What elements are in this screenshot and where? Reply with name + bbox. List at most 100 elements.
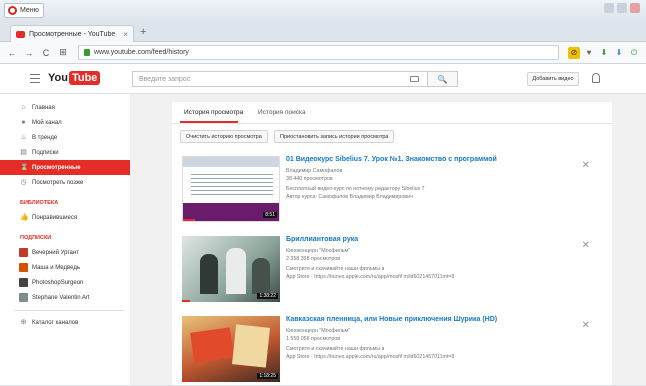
- watch-progress-bar: [183, 219, 195, 221]
- history-tabs: История просмотра История поиска: [172, 102, 612, 124]
- address-url: www.youtube.com/feed/history: [94, 49, 189, 56]
- sidebar-item-trending[interactable]: ♨ В тренде: [0, 130, 130, 145]
- sidebar-item-label: Мой канал: [32, 119, 62, 126]
- opera-menu-button[interactable]: Меню: [4, 3, 44, 18]
- sidebar-item-label: Маша и Медведь: [32, 264, 80, 271]
- sidebar-item-subscription[interactable]: Вечерний Ургант: [0, 245, 130, 260]
- history-hourglass-icon: ⌛: [20, 164, 29, 171]
- youtube-page: You Tube Введите запрос 🔍 Добавить видео…: [0, 64, 646, 385]
- minimize-icon[interactable]: [604, 3, 614, 13]
- keyboard-icon[interactable]: [410, 76, 419, 82]
- tab-search-history[interactable]: История поиска: [258, 109, 306, 116]
- new-tab-icon[interactable]: +: [140, 26, 146, 38]
- thumbs-up-icon: 👍: [20, 214, 29, 221]
- remove-from-history-icon[interactable]: ✕: [582, 240, 590, 251]
- search-icon: 🔍: [437, 74, 448, 84]
- active-tab-underline: [180, 121, 238, 123]
- logo-tube: Tube: [68, 71, 101, 85]
- channel-avatar: [19, 278, 28, 287]
- reload-icon[interactable]: C: [40, 48, 52, 58]
- channel-icon: ●: [21, 119, 26, 126]
- opera-menu-label: Меню: [20, 7, 39, 14]
- video-views: 1 558 056 просмотров: [286, 336, 341, 342]
- subscriptions-icon: ▤: [20, 149, 27, 156]
- sidebar-item-channel-catalog[interactable]: ⊕ Каталог каналов: [0, 315, 130, 330]
- sidebar-item-subscription[interactable]: PhotoshopSurgeon: [0, 275, 130, 290]
- logo-you: You: [48, 72, 68, 84]
- downloads-icon[interactable]: ⬇: [613, 47, 625, 59]
- secure-lock-icon: [84, 49, 90, 56]
- opera-logo-icon: [8, 6, 17, 15]
- sidebar-item-label: Главная: [32, 104, 55, 111]
- pause-history-button[interactable]: Приостановить запись истории просмотра: [274, 130, 395, 143]
- video-item[interactable]: 1:18:25 Кавказская пленница, или Новые п…: [182, 316, 602, 386]
- sidebar-item-history[interactable]: ⌛ Просмотренные: [0, 160, 130, 175]
- forward-icon[interactable]: →: [23, 48, 35, 58]
- download-extension-icon[interactable]: ⬇: [598, 47, 610, 59]
- guide-sidebar: ⌂ Главная ● Мой канал ♨ В тренде ▤ Подписки …: [0, 94, 130, 385]
- speed-dial-icon[interactable]: ⊞: [57, 47, 69, 58]
- video-item[interactable]: 8:51 01 Видеокурс Sibelius 7. Урок №1. З…: [182, 156, 602, 226]
- sidebar-item-label: PhotoshopSurgeon: [32, 279, 84, 286]
- back-icon[interactable]: ←: [6, 48, 18, 58]
- video-description-line: Смотрите и скачивайте наши фильмы в: [286, 346, 385, 352]
- maximize-icon[interactable]: [617, 3, 627, 13]
- video-thumbnail[interactable]: 1:38:22: [182, 236, 280, 302]
- trending-flame-icon: ♨: [20, 134, 27, 141]
- video-description-line: App Store - https://itunes.apple.com/ru/…: [286, 274, 455, 280]
- home-icon: ⌂: [21, 104, 26, 111]
- sidebar-item-watch-later[interactable]: ◷ Посмотреть позже: [0, 175, 130, 190]
- sidebar-item-subscriptions[interactable]: ▤ Подписки: [0, 145, 130, 160]
- clear-history-button[interactable]: Очистить историю просмотра: [180, 130, 268, 143]
- video-title[interactable]: Кавказская пленница, или Новые приключен…: [286, 316, 497, 323]
- video-views: 38 440 просмотров: [286, 176, 333, 182]
- video-item[interactable]: 1:38:22 Бриллиантовая рука Киноконцерн "…: [182, 236, 602, 306]
- channel-avatar: [19, 263, 28, 272]
- video-title[interactable]: 01 Видеокурс Sibelius 7. Урок №1. Знаком…: [286, 156, 497, 163]
- sidebar-item-my-channel[interactable]: ● Мой канал: [0, 115, 130, 130]
- watch-progress-bar: [182, 380, 188, 382]
- sidebar-item-label: В тренде: [32, 134, 58, 141]
- video-description-line: Смотрите и скачивайте наши фильмы в: [286, 266, 385, 272]
- upload-video-button[interactable]: Добавить видео: [527, 72, 579, 86]
- video-views: 2 358 398 просмотров: [286, 256, 341, 262]
- sidebar-item-home[interactable]: ⌂ Главная: [0, 100, 130, 115]
- sidebar-item-label: Вечерний Ургант: [32, 249, 79, 256]
- video-thumbnail[interactable]: 1:18:25: [182, 316, 280, 382]
- warning-extension-icon[interactable]: ⊘: [568, 46, 580, 59]
- add-circle-icon: ⊕: [20, 319, 27, 326]
- sidebar-item-liked[interactable]: 👍 Понравившиеся: [0, 210, 130, 225]
- heart-icon[interactable]: ♥: [583, 47, 595, 59]
- close-window-icon[interactable]: [630, 3, 640, 13]
- sidebar-item-subscription[interactable]: Stephane Valentin Art: [0, 290, 130, 305]
- notifications-bell-icon[interactable]: [592, 73, 600, 83]
- hamburger-menu-icon[interactable]: [30, 74, 40, 83]
- channel-avatar: [19, 248, 28, 257]
- browser-tab[interactable]: Просмотренные - YouTube ×: [10, 25, 134, 42]
- video-channel[interactable]: Киноконцерн "Мосфильм": [286, 328, 350, 334]
- video-duration: 1:18:25: [257, 373, 278, 379]
- sidebar-item-label: Просмотренные: [32, 164, 81, 171]
- power-icon[interactable]: ⏻: [628, 47, 640, 59]
- video-description-line: App Store - https://itunes.apple.com/ru/…: [286, 354, 455, 360]
- watch-progress-bar: [182, 300, 190, 302]
- video-channel[interactable]: Киноконцерн "Мосфильм": [286, 248, 350, 254]
- video-thumbnail[interactable]: 8:51: [182, 156, 280, 222]
- subscriptions-heading: ПОДПИСКИ: [20, 235, 52, 241]
- tab-close-icon[interactable]: ×: [123, 30, 128, 39]
- sidebar-divider: [14, 310, 124, 311]
- youtube-favicon-icon: [16, 30, 25, 38]
- search-button[interactable]: 🔍: [428, 71, 458, 87]
- youtube-logo[interactable]: You Tube: [48, 71, 101, 85]
- address-bar[interactable]: www.youtube.com/feed/history: [78, 45, 559, 60]
- remove-from-history-icon[interactable]: ✕: [582, 160, 590, 171]
- tab-watch-history[interactable]: История просмотра: [184, 109, 243, 116]
- video-channel[interactable]: Владимир Самофалов: [286, 168, 342, 174]
- video-title[interactable]: Бриллиантовая рука: [286, 236, 358, 243]
- sidebar-item-label: Посмотреть позже: [32, 179, 84, 186]
- youtube-masthead: You Tube Введите запрос 🔍 Добавить видео: [0, 64, 646, 94]
- remove-from-history-icon[interactable]: ✕: [582, 320, 590, 331]
- sidebar-item-subscription[interactable]: Маша и Медведь: [0, 260, 130, 275]
- search-input[interactable]: Введите запрос: [132, 71, 428, 87]
- clock-icon: ◷: [20, 179, 27, 186]
